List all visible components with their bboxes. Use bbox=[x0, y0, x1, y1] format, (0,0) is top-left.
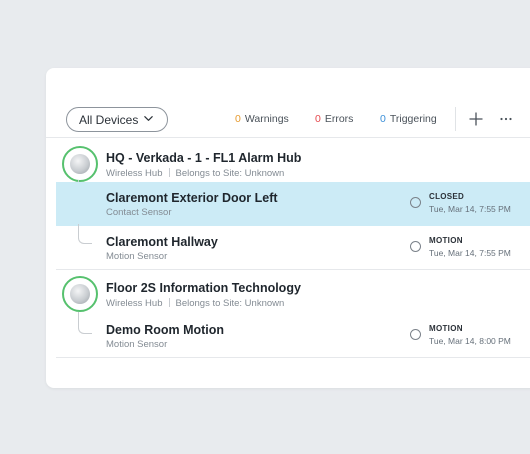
sensor-row[interactable]: Claremont Hallway Motion Sensor MOTION T… bbox=[46, 226, 530, 270]
device-meta: Wireless Hub Belongs to Site: Unknown bbox=[106, 168, 284, 179]
add-icon[interactable] bbox=[467, 110, 485, 128]
errors-filter[interactable]: 0 Errors bbox=[315, 113, 353, 125]
triggering-count: 0 bbox=[380, 113, 386, 125]
status-label: CLOSED bbox=[429, 192, 465, 201]
device-type: Motion Sensor bbox=[106, 339, 168, 350]
status-timestamp: Tue, Mar 14, 8:00 PM bbox=[429, 336, 511, 346]
triggering-filter[interactable]: 0 Triggering bbox=[380, 113, 437, 125]
warnings-filter[interactable]: 0 Warnings bbox=[235, 113, 289, 125]
warnings-count: 0 bbox=[235, 113, 241, 125]
device-type: Contact Sensor bbox=[106, 207, 172, 218]
status-indicator-icon bbox=[410, 329, 421, 340]
device-type: Motion Sensor bbox=[106, 251, 168, 262]
device-filter-dropdown[interactable]: All Devices bbox=[66, 107, 168, 132]
more-options-icon[interactable] bbox=[497, 110, 515, 128]
warnings-label: Warnings bbox=[244, 113, 289, 125]
device-site: Belongs to Site: Unknown bbox=[175, 298, 285, 309]
device-filter-label: All Devices bbox=[79, 112, 139, 127]
status-indicator-icon bbox=[410, 241, 421, 252]
device-name: Claremont Hallway bbox=[106, 235, 218, 249]
device-meta: Wireless Hub Belongs to Site: Unknown bbox=[106, 298, 284, 309]
sensor-row[interactable]: Demo Room Motion Motion Sensor MOTION Tu… bbox=[46, 314, 530, 358]
hub-device-icon bbox=[62, 276, 98, 312]
errors-label: Errors bbox=[324, 113, 354, 125]
status-timestamp: Tue, Mar 14, 7:55 PM bbox=[429, 248, 511, 258]
status-label: MOTION bbox=[429, 236, 463, 245]
errors-count: 0 bbox=[315, 113, 321, 125]
toolbar: All Devices 0 Warnings 0 Errors 0 Triggerin… bbox=[46, 68, 530, 138]
device-type: Wireless Hub bbox=[106, 168, 163, 179]
hub-row[interactable]: HQ - Verkada - 1 - FL1 Alarm Hub Wireles… bbox=[46, 140, 530, 184]
device-type: Wireless Hub bbox=[106, 298, 163, 309]
toolbar-divider bbox=[455, 107, 456, 131]
device-name: Claremont Exterior Door Left bbox=[106, 191, 278, 205]
triggering-label: Triggering bbox=[389, 113, 437, 125]
device-name: Floor 2S Information Technology bbox=[106, 281, 301, 295]
device-name: HQ - Verkada - 1 - FL1 Alarm Hub bbox=[106, 151, 302, 165]
sensor-row[interactable]: Claremont Exterior Door Left Contact Sen… bbox=[46, 182, 530, 226]
device-list-panel: All Devices 0 Warnings 0 Errors 0 Triggerin… bbox=[46, 68, 530, 388]
hub-device-icon bbox=[62, 146, 98, 182]
device-name: Demo Room Motion bbox=[106, 323, 225, 337]
status-label: MOTION bbox=[429, 324, 463, 333]
chevron-down-icon bbox=[144, 116, 153, 121]
status-timestamp: Tue, Mar 14, 7:55 PM bbox=[429, 204, 511, 214]
status-indicator-icon bbox=[410, 197, 421, 208]
hub-row[interactable]: Floor 2S Information Technology Wireless… bbox=[46, 270, 530, 314]
device-site: Belongs to Site: Unknown bbox=[175, 168, 285, 179]
